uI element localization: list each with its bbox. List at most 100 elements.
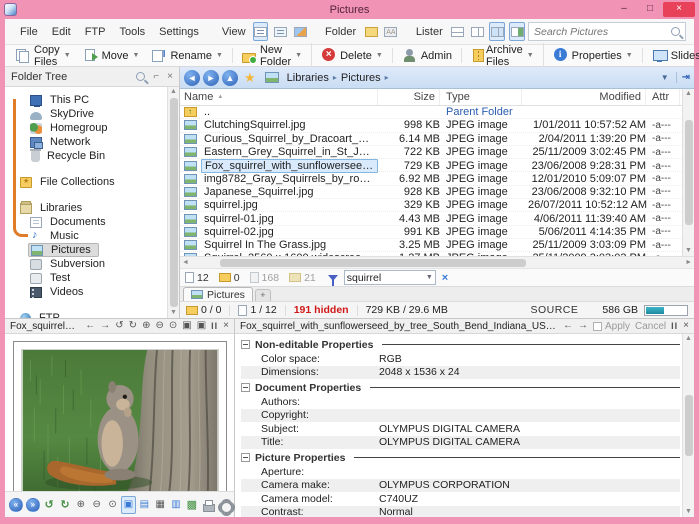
file-row[interactable]: Squirrel In The Grass.jpg 3.25 MB JPEG i… [180,239,682,252]
scroll-down-icon[interactable]: ▼ [685,247,692,255]
full-size-icon[interactable]: ▣ [197,320,206,332]
file-row[interactable]: Japanese_Squirrel.jpg 928 KB JPEG image … [180,186,682,199]
tab-pictures[interactable]: Pictures [183,287,253,301]
tree-item[interactable]: This PC [5,93,165,107]
forward-button[interactable]: ► [203,70,219,86]
zoom-in-button[interactable]: ⊕ [73,496,88,514]
metadata-row[interactable]: Subject: OLYMPUS DIGITAL CAMERA [241,422,680,436]
file-row[interactable]: squirrel-02.jpg 991 KB JPEG image 5/06/2… [180,226,682,239]
thumbnail-grid-button[interactable]: ▦ [153,496,168,514]
dropdown-caret-icon[interactable]: ▼ [216,52,223,59]
dropdown-caret-icon[interactable]: ▼ [527,52,534,59]
file-scroll-thumb[interactable] [685,120,693,226]
file-row[interactable]: ClutchingSquirrel.jpg 998 KB JPEG image … [180,119,682,132]
tree-item[interactable]: FTP [5,311,165,318]
metadata-row[interactable]: Camera model: C740UZ [241,492,680,506]
tree-item[interactable]: Test [5,271,165,285]
path-dropdown-icon[interactable]: ▼ [661,73,669,82]
lister-dual-button[interactable] [489,22,505,41]
toolbar-button[interactable]: Delete ▼ [315,48,393,63]
zoom-actual-button[interactable]: ⊙ [105,496,120,514]
breadcrumb-separator-icon[interactable]: ▸ [331,73,339,82]
rotate-right-button[interactable]: ↻ [58,496,73,514]
back-button[interactable]: ◄ [184,70,200,86]
toolbar-button[interactable]: New Folder ▼ [236,43,312,69]
tile-view-button[interactable]: ▩ [184,496,199,514]
filter-dropdown-icon[interactable]: ▼ [426,274,433,281]
metadata-row[interactable]: Camera make: OLYMPUS CORPORATION [241,479,680,493]
toolbar-button[interactable]: Properties ▼ [547,48,643,63]
zoom-reset-icon[interactable]: ⊙ [169,320,177,332]
close-viewer-icon[interactable]: × [223,320,229,332]
hscroll-thumb[interactable] [220,259,525,267]
metadata-row[interactable]: Authors: [241,395,680,409]
horizontal-scrollbar[interactable]: ◄ ► [180,256,694,268]
tree-item[interactable]: Homegroup [5,121,165,135]
tree-scroll-thumb[interactable] [170,98,178,307]
tree-item[interactable]: Recycle Bin [5,149,165,163]
prev-file-icon[interactable]: ← [85,320,95,332]
tree-close-icon[interactable]: × [167,72,173,82]
file-row[interactable]: Squirrel_2560 x 1600 widescreen.jpg 1.27… [180,252,682,256]
dropdown-caret-icon[interactable]: ▼ [295,52,302,59]
toolbar-button[interactable]: Slideshow [646,48,699,63]
column-attr[interactable]: Attr [652,89,680,105]
folder-sync-button[interactable] [363,22,379,41]
breadcrumb-segment[interactable]: Libraries [285,72,331,84]
menu-item[interactable]: Tools [112,24,152,40]
scroll-up-icon[interactable]: ▲ [170,88,177,96]
scroll-up-icon[interactable]: ▲ [685,335,692,343]
close-button[interactable]: × [663,2,695,17]
toolbar-button[interactable]: Copy Files ▼ [9,43,77,69]
toolbar-button[interactable]: Move ▼ [77,48,146,63]
column-modified[interactable]: Modified [528,89,646,105]
toolbar-button[interactable]: Rename ▼ [145,48,233,63]
file-row[interactable]: .. Parent Folder [180,106,682,119]
tree-pin-icon[interactable]: ⌐ [153,72,159,82]
details-view-button[interactable] [253,22,269,41]
file-row[interactable]: Fox_squirrel_with_sunflowerseed_by_tree_… [180,159,682,172]
tree-item[interactable]: Music [5,229,165,243]
next-file-icon[interactable]: → [578,320,588,332]
path-go-icon[interactable]: ⇥ [676,72,690,83]
file-row[interactable]: Curious_Squirrel_by_Dracoart_Stock.jpg 6… [180,133,682,146]
fit-image-icon[interactable]: ▣ [182,320,191,332]
favorites-star-icon[interactable]: ★ [244,70,256,86]
metadata-scroll-thumb[interactable] [685,395,693,457]
scroll-right-icon[interactable]: ► [685,259,692,267]
menu-item[interactable]: Settings [152,24,206,40]
apply-checkbox[interactable] [593,322,602,331]
collapse-icon[interactable] [241,453,250,462]
collapse-icon[interactable] [241,340,250,349]
maximize-button[interactable]: □ [637,2,663,17]
print-button[interactable] [200,496,215,514]
metadata-scrollbar[interactable]: ▲ ▼ [682,334,694,517]
tree-item[interactable]: Subversion [5,257,165,271]
slideshow-button[interactable]: ▥ [169,496,184,514]
metadata-row[interactable]: Copyright: [241,409,680,423]
filter-input[interactable] [347,272,426,284]
menu-item[interactable]: Edit [45,24,78,40]
pause-icon[interactable]: II [671,320,678,332]
column-type[interactable]: Type [446,89,522,105]
full-image-button[interactable]: ▤ [137,496,152,514]
file-row[interactable]: squirrel.jpg 329 KB JPEG image 26/07/201… [180,199,682,212]
dropdown-caret-icon[interactable]: ▼ [133,52,140,59]
metadata-row[interactable]: Dimensions: 2048 x 1536 x 24 [241,366,680,380]
menu-item[interactable]: File [13,24,45,40]
metadata-row[interactable]: Color space: RGB [241,352,680,366]
new-tab-button[interactable]: + [255,289,271,301]
next-file-icon[interactable]: → [100,320,110,332]
collapse-icon[interactable] [241,383,250,392]
clear-filter-icon[interactable]: × [442,272,448,284]
file-row[interactable]: Eastern_Grey_Squirrel_in_St_James's_Park… [180,146,682,159]
viewer-settings-button[interactable] [216,496,231,514]
menu-item[interactable]: FTP [78,24,113,40]
thumbnails-view-button[interactable] [292,22,308,41]
tree-item[interactable]: Pictures [5,243,165,257]
metadata-row[interactable]: Title: OLYMPUS DIGITAL CAMERA [241,436,680,450]
filter-funnel-icon[interactable] [328,275,338,281]
list-view-button[interactable] [272,22,288,41]
scroll-left-icon[interactable]: ◄ [182,259,189,267]
filter-combo[interactable]: ▼ [344,270,436,285]
